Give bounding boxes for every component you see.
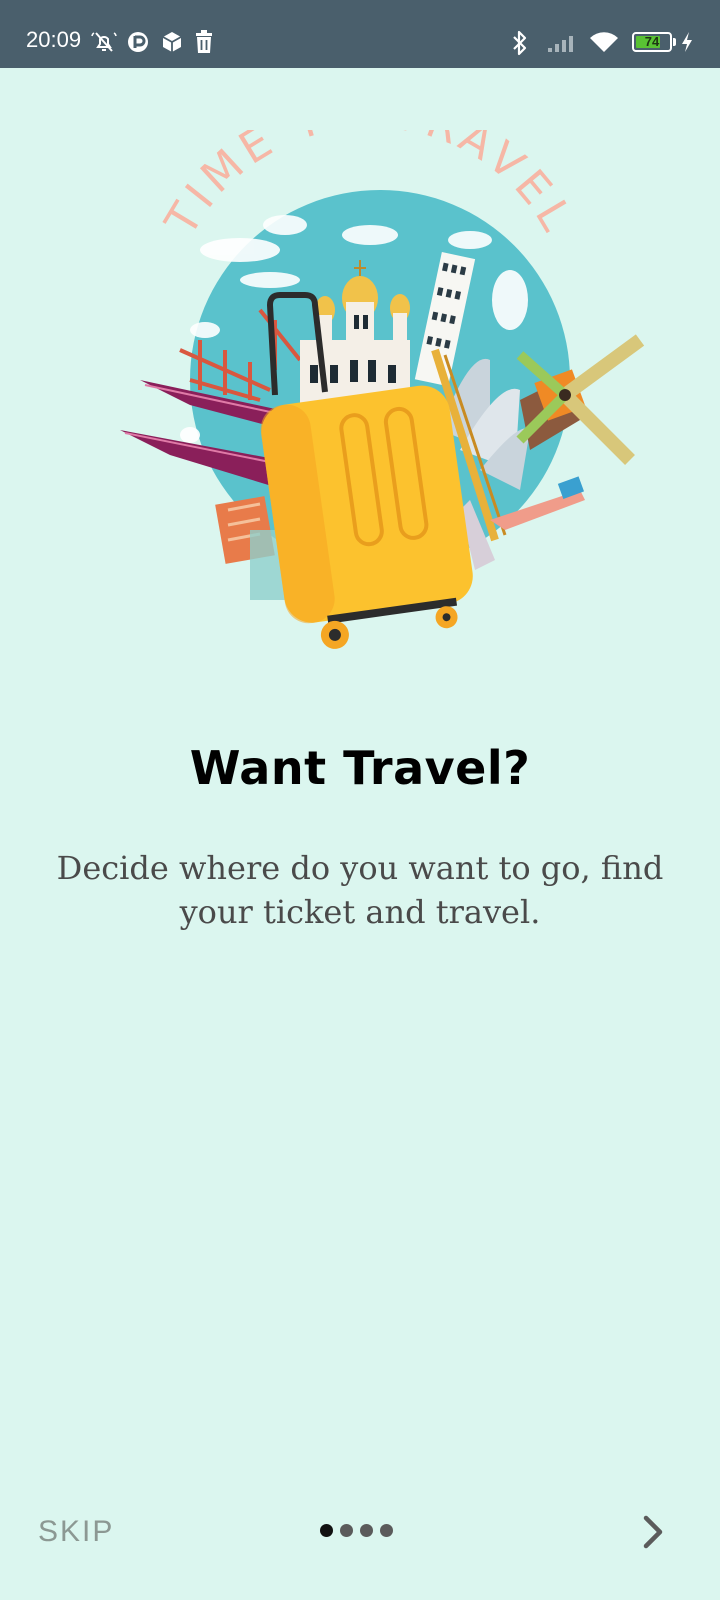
skip-button[interactable]: SKIP — [38, 1512, 114, 1552]
charging-icon — [682, 32, 692, 52]
onboarding-title: Want Travel? — [189, 741, 531, 795]
page-dot-3[interactable] — [360, 1524, 373, 1537]
suitcase — [260, 385, 473, 649]
battery-tip — [673, 38, 676, 46]
app-notification-icon — [128, 32, 148, 52]
status-time: 20:09 — [26, 27, 82, 52]
wifi-icon — [590, 32, 618, 52]
page-dot-2[interactable] — [340, 1524, 353, 1537]
mute-alarm-icon — [91, 32, 117, 52]
status-bar: 20:09 74 — [0, 0, 720, 68]
bluetooth-icon — [513, 30, 527, 56]
travel-illustration: TIME TO TRAVEL — [120, 130, 645, 649]
onboarding-description: Decide where do you want to go, find you… — [56, 849, 664, 931]
next-button[interactable] — [632, 1508, 676, 1556]
trash-icon — [196, 30, 212, 53]
page-indicator — [320, 1524, 393, 1538]
chevron-right-icon — [643, 1515, 663, 1549]
battery-level: 74 — [644, 34, 660, 49]
battery-icon: 74 — [632, 32, 672, 52]
page-dot-4[interactable] — [380, 1524, 393, 1537]
signal-icon — [548, 36, 573, 52]
page-dot-1[interactable] — [320, 1524, 333, 1537]
package-icon — [162, 32, 182, 52]
